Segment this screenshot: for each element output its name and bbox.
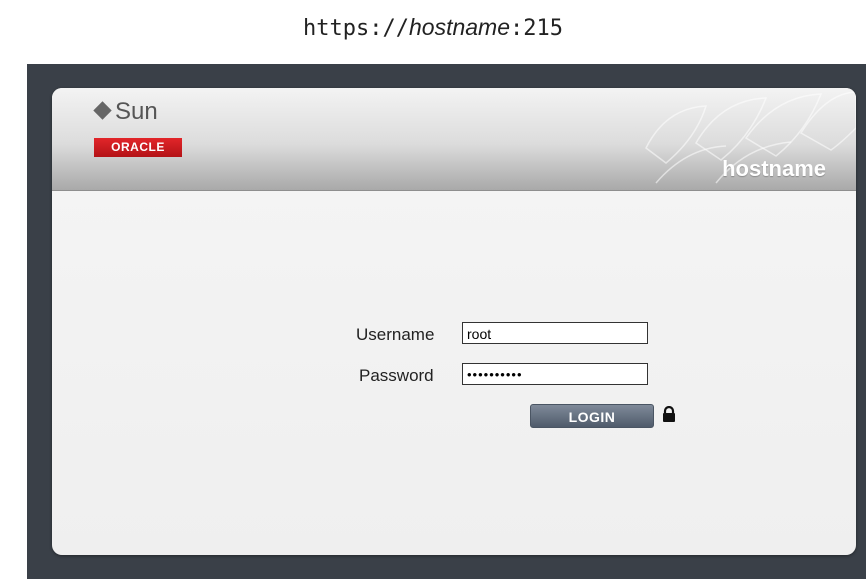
header-hostname: hostname — [722, 156, 826, 181]
login-panel: Sun ORACLE hostname Username root Passwo… — [52, 88, 856, 555]
username-label: Username — [356, 325, 435, 344]
password-field[interactable]: •••••••••• — [462, 363, 648, 385]
url-prefix: https:// — [303, 16, 409, 41]
username-field[interactable]: root — [462, 322, 648, 344]
sun-logo-text: Sun — [115, 98, 158, 125]
url-port: :215 — [510, 16, 563, 41]
sun-logo: Sun — [93, 98, 158, 126]
sun-diamond-icon — [93, 101, 112, 120]
panel-header: Sun ORACLE hostname — [52, 88, 856, 191]
url-caption: https://hostname:215 — [0, 14, 866, 41]
login-button[interactable]: LOGIN — [530, 404, 654, 428]
password-label: Password — [359, 366, 434, 385]
lock-icon — [663, 406, 675, 422]
url-host: hostname — [408, 14, 510, 40]
oracle-logo: ORACLE — [94, 138, 182, 157]
